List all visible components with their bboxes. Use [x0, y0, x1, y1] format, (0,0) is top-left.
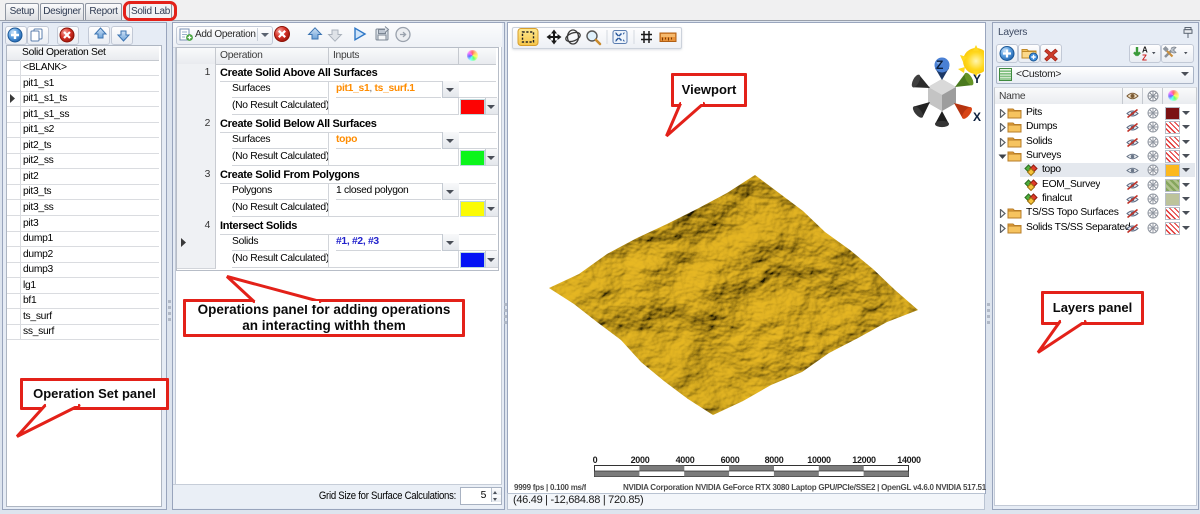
svg-text:Z: Z [1142, 54, 1147, 63]
svg-text:Z: Z [936, 58, 943, 72]
svg-text:X: X [973, 110, 981, 124]
svg-text:Y: Y [973, 72, 981, 86]
